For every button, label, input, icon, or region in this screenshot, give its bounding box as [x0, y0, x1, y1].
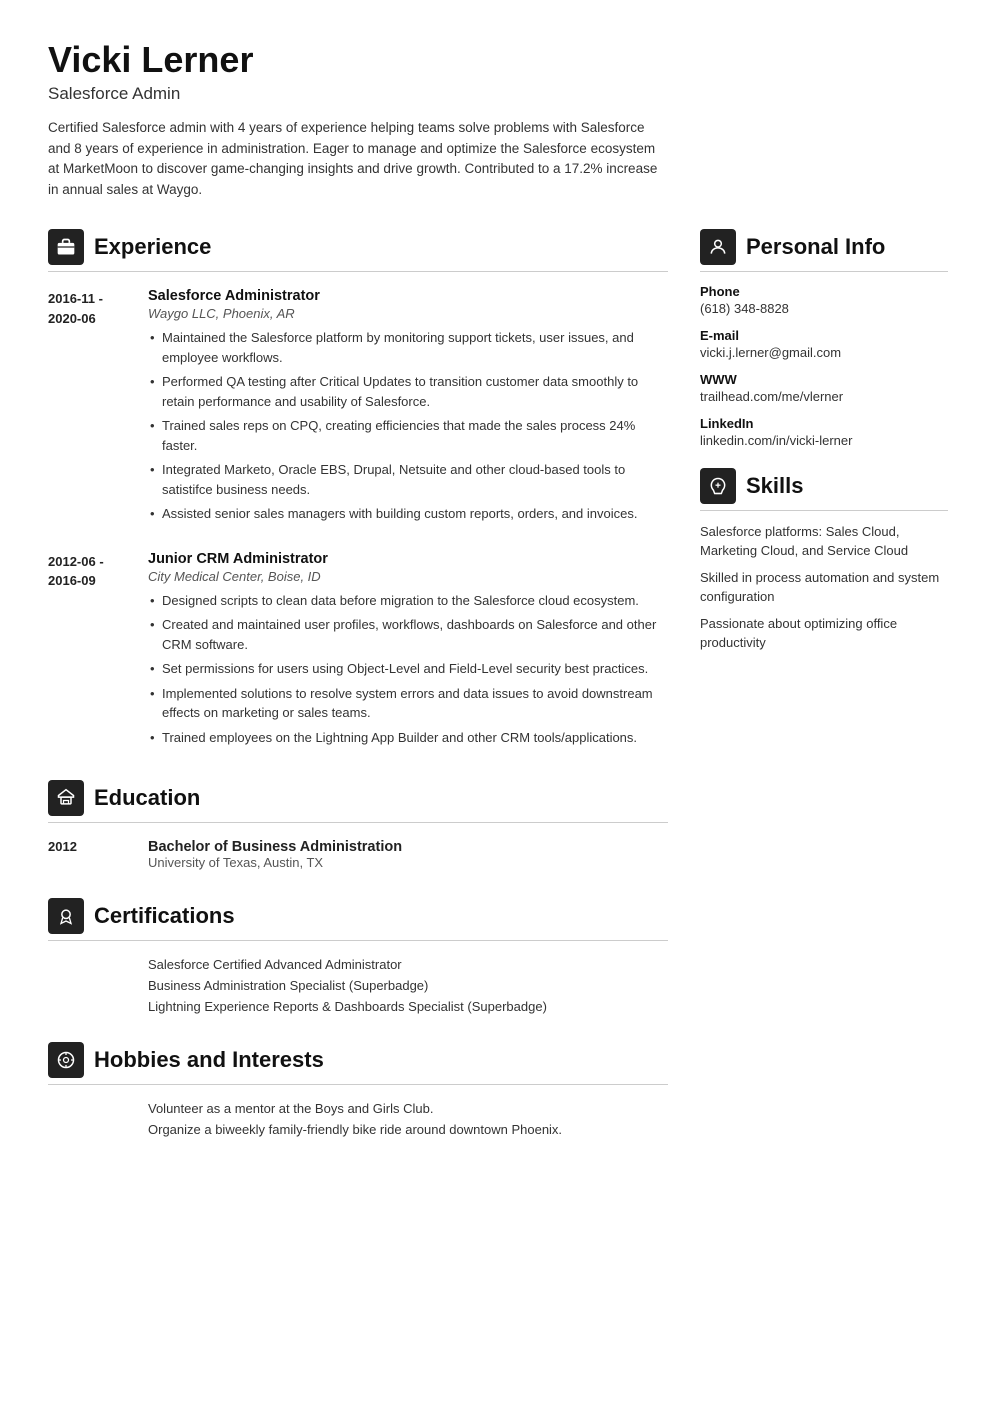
job-company-1: Waygo LLC, Phoenix, AR — [148, 306, 668, 321]
personal-info-title: Personal Info — [746, 234, 885, 260]
education-divider — [48, 822, 668, 823]
linkedin-value: linkedin.com/in/vicki-lerner — [700, 433, 948, 448]
skill-item-1: Salesforce platforms: Sales Cloud, Marke… — [700, 523, 948, 561]
skills-list: Salesforce platforms: Sales Cloud, Marke… — [700, 523, 948, 652]
job-company-2: City Medical Center, Boise, ID — [148, 569, 668, 584]
bullet: Assisted senior sales managers with buil… — [148, 504, 668, 524]
person-icon — [708, 237, 728, 257]
job-content-2: Junior CRM Administrator City Medical Ce… — [148, 551, 668, 753]
experience-icon — [48, 229, 84, 265]
hobby-item-1: Volunteer as a mentor at the Boys and Gi… — [148, 1101, 668, 1116]
cert-item-1: Salesforce Certified Advanced Administra… — [148, 957, 668, 972]
linkedin-label: LinkedIn — [700, 416, 948, 431]
job-title-1: Salesforce Administrator — [148, 288, 668, 304]
resume-name: Vicki Lerner — [48, 40, 948, 80]
personal-info-divider — [700, 271, 948, 272]
personal-info-section: Personal Info Phone (618) 348-8828 E-mai… — [700, 229, 948, 448]
resume-summary: Certified Salesforce admin with 4 years … — [48, 118, 668, 202]
certifications-section: Certifications Salesforce Certified Adva… — [48, 898, 668, 1014]
hobby-item-2: Organize a biweekly family-friendly bike… — [148, 1122, 668, 1137]
bullet: Integrated Marketo, Oracle EBS, Drupal, … — [148, 460, 668, 499]
skills-section: Skills Salesforce platforms: Sales Cloud… — [700, 468, 948, 652]
main-layout: Experience 2016-11 - 2020-06 Salesforce … — [48, 229, 948, 1165]
bullet: Implemented solutions to resolve system … — [148, 684, 668, 723]
personal-info-header: Personal Info — [700, 229, 948, 265]
hobbies-icon — [48, 1042, 84, 1078]
edu-school-1: University of Texas, Austin, TX — [148, 855, 402, 870]
cert-item-3: Lightning Experience Reports & Dashboard… — [148, 999, 668, 1014]
briefcase-icon — [56, 237, 76, 257]
bullet: Trained sales reps on CPQ, creating effi… — [148, 416, 668, 455]
phone-value: (618) 348-8828 — [700, 301, 948, 316]
certificate-icon — [56, 906, 76, 926]
email-label: E-mail — [700, 328, 948, 343]
left-column: Experience 2016-11 - 2020-06 Salesforce … — [48, 229, 668, 1165]
graduation-icon — [56, 788, 76, 808]
bullet: Performed QA testing after Critical Upda… — [148, 372, 668, 411]
hobbies-header: Hobbies and Interests — [48, 1042, 668, 1078]
www-value: trailhead.com/me/vlerner — [700, 389, 948, 404]
skills-header: Skills — [700, 468, 948, 504]
education-section: Education 2012 Bachelor of Business Admi… — [48, 780, 668, 870]
job-bullets-2: Designed scripts to clean data before mi… — [148, 591, 668, 748]
hobbies-list: Volunteer as a mentor at the Boys and Gi… — [148, 1101, 668, 1137]
linkedin-field: LinkedIn linkedin.com/in/vicki-lerner — [700, 416, 948, 448]
right-column: Personal Info Phone (618) 348-8828 E-mai… — [700, 229, 948, 672]
skill-item-2: Skilled in process automation and system… — [700, 569, 948, 607]
job-entry-1: 2016-11 - 2020-06 Salesforce Administrat… — [48, 288, 668, 529]
email-field: E-mail vicki.j.lerner@gmail.com — [700, 328, 948, 360]
bullet: Trained employees on the Lightning App B… — [148, 728, 668, 748]
experience-title: Experience — [94, 234, 211, 260]
job-entry-2: 2012-06 - 2016-09 Junior CRM Administrat… — [48, 551, 668, 753]
edu-content-1: Bachelor of Business Administration Univ… — [148, 839, 402, 870]
skills-title: Skills — [746, 473, 803, 499]
bullet: Maintained the Salesforce platform by mo… — [148, 328, 668, 367]
hobbies-divider — [48, 1084, 668, 1085]
certifications-list: Salesforce Certified Advanced Administra… — [148, 957, 668, 1014]
hobbies-title: Hobbies and Interests — [94, 1047, 324, 1073]
www-field: WWW trailhead.com/me/vlerner — [700, 372, 948, 404]
phone-field: Phone (618) 348-8828 — [700, 284, 948, 316]
skills-divider — [700, 510, 948, 511]
certifications-title: Certifications — [94, 903, 235, 929]
personal-info-icon — [700, 229, 736, 265]
phone-label: Phone — [700, 284, 948, 299]
job-dates-2: 2012-06 - 2016-09 — [48, 551, 130, 753]
edu-degree-1: Bachelor of Business Administration — [148, 839, 402, 855]
edu-year-1: 2012 — [48, 839, 130, 870]
education-icon — [48, 780, 84, 816]
resume-title: Salesforce Admin — [48, 84, 948, 104]
bullet: Created and maintained user profiles, wo… — [148, 615, 668, 654]
edu-entry-1: 2012 Bachelor of Business Administration… — [48, 839, 668, 870]
job-dates-1: 2016-11 - 2020-06 — [48, 288, 130, 529]
experience-header: Experience — [48, 229, 668, 265]
bullet: Set permissions for users using Object-L… — [148, 659, 668, 679]
www-label: WWW — [700, 372, 948, 387]
email-value: vicki.j.lerner@gmail.com — [700, 345, 948, 360]
bullet: Designed scripts to clean data before mi… — [148, 591, 668, 611]
certifications-divider — [48, 940, 668, 941]
education-title: Education — [94, 785, 200, 811]
skills-icon — [700, 468, 736, 504]
skill-item-3: Passionate about optimizing office produ… — [700, 615, 948, 653]
experience-divider — [48, 271, 668, 272]
job-title-2: Junior CRM Administrator — [148, 551, 668, 567]
skills-svg-icon — [708, 476, 728, 496]
experience-section: Experience 2016-11 - 2020-06 Salesforce … — [48, 229, 668, 752]
cert-item-2: Business Administration Specialist (Supe… — [148, 978, 668, 993]
education-header: Education — [48, 780, 668, 816]
hobbies-svg-icon — [56, 1050, 76, 1070]
certifications-icon — [48, 898, 84, 934]
job-bullets-1: Maintained the Salesforce platform by mo… — [148, 328, 668, 524]
job-content-1: Salesforce Administrator Waygo LLC, Phoe… — [148, 288, 668, 529]
hobbies-section: Hobbies and Interests Volunteer as a men… — [48, 1042, 668, 1137]
certifications-header: Certifications — [48, 898, 668, 934]
